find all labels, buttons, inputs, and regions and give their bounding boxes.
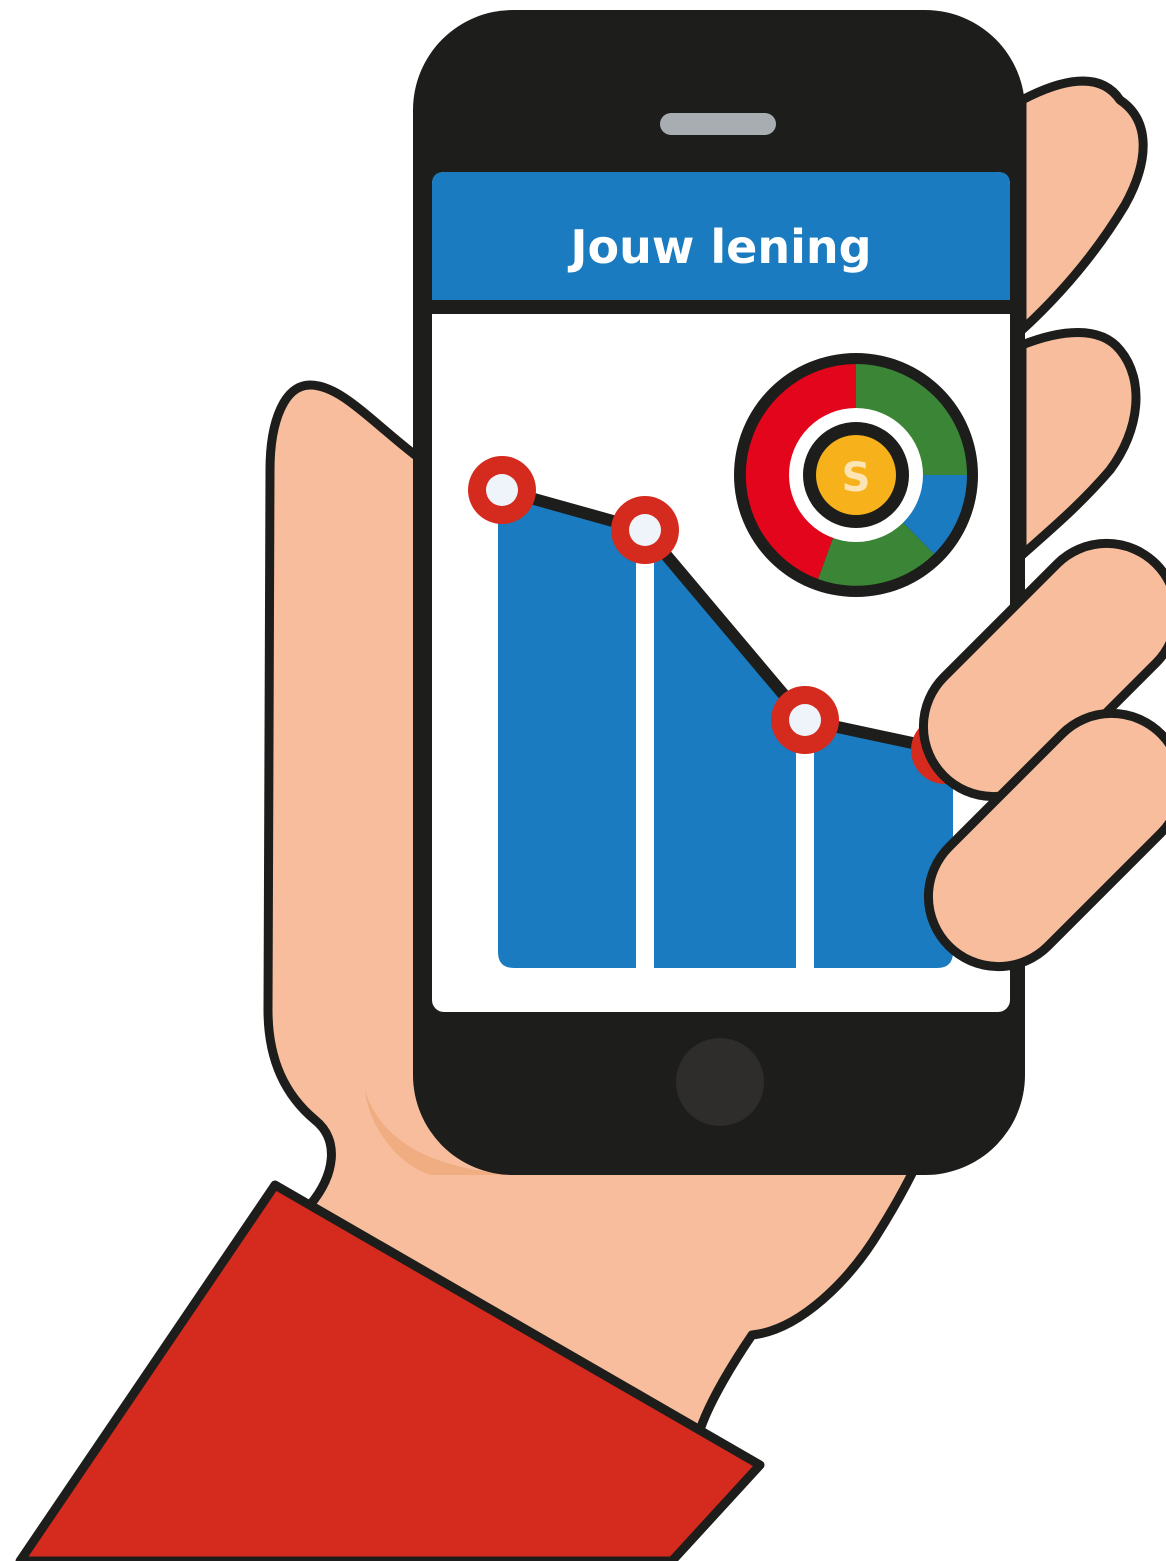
phone-speaker xyxy=(660,113,776,135)
header-divider xyxy=(432,300,1010,314)
coin-symbol: S xyxy=(842,455,871,501)
phone-in-hand-illustration: Jouw lening S xyxy=(15,10,1166,1561)
donut-chart-icon: S xyxy=(734,353,978,597)
coin-icon: S xyxy=(816,435,896,515)
finger-second xyxy=(1017,328,1141,560)
finger-top xyxy=(1017,76,1148,335)
home-button[interactable] xyxy=(676,1038,764,1126)
chart-point-center xyxy=(789,704,821,736)
bar-separator xyxy=(636,530,654,970)
bar-separator xyxy=(796,720,814,970)
chart-point-center xyxy=(629,514,661,546)
chart-point-center xyxy=(486,474,518,506)
app-title: Jouw lening xyxy=(567,220,871,274)
